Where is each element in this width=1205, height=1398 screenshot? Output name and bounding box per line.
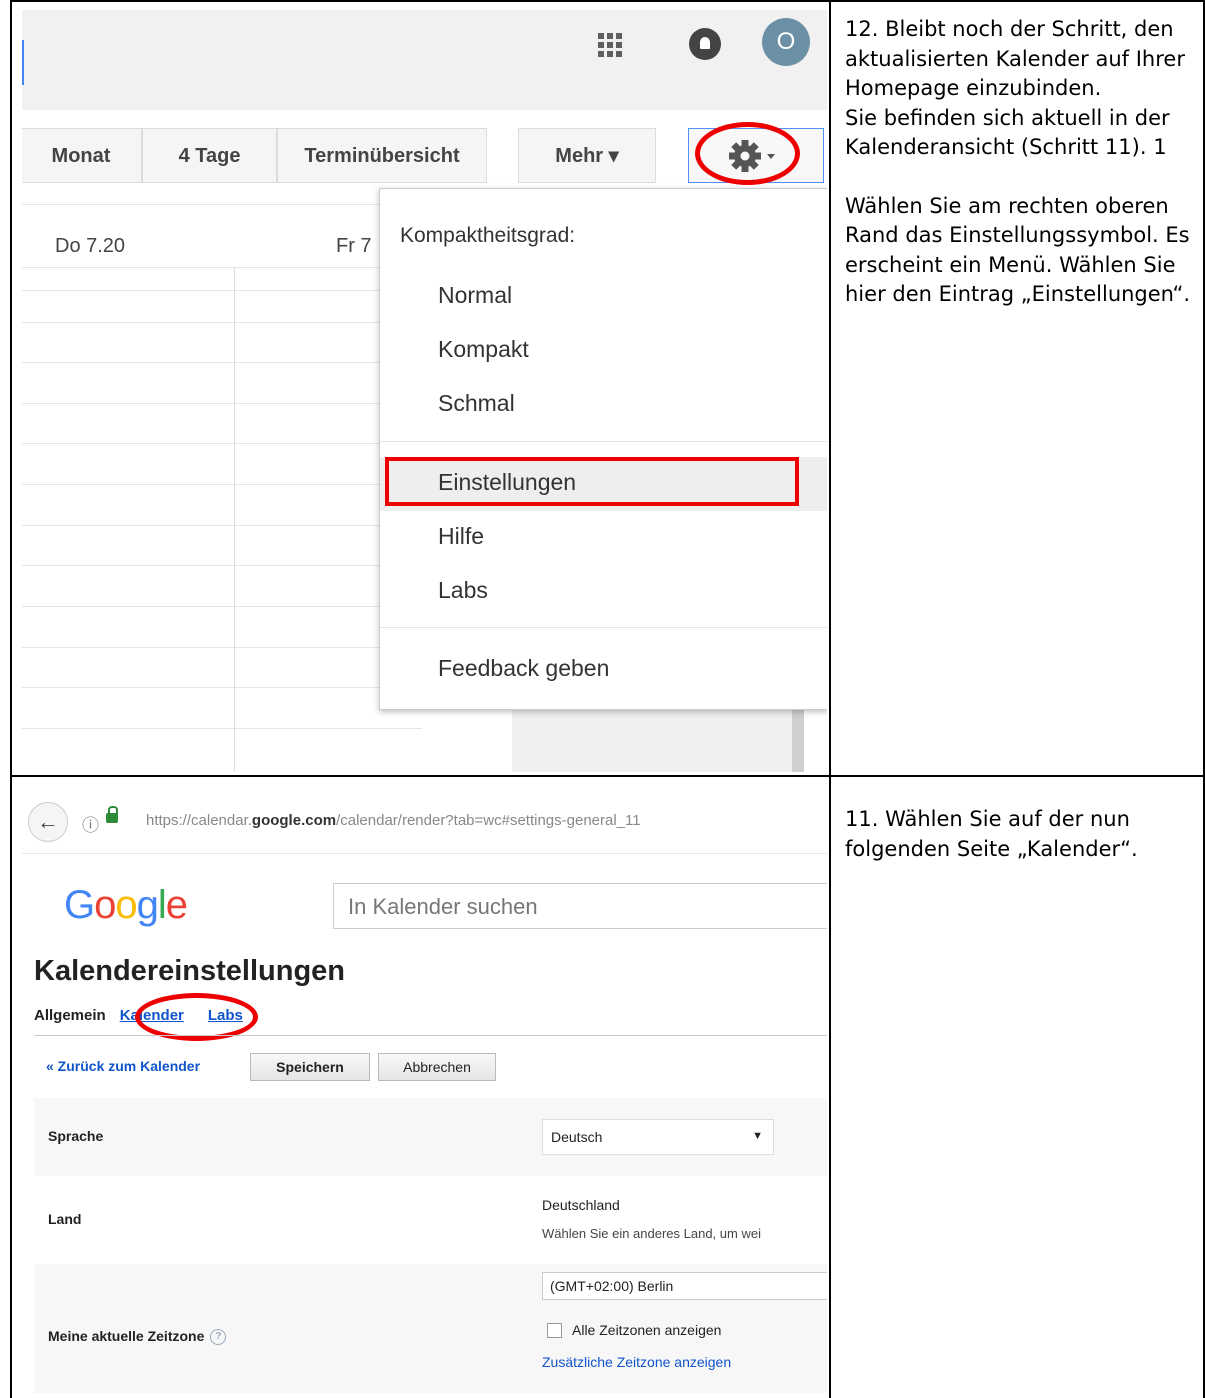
- timezone-row: Meine aktuelle Zeitzone? (GMT+02:00) Ber…: [34, 1264, 827, 1393]
- more-button[interactable]: Mehr ▾: [518, 128, 656, 183]
- grid-line: [22, 606, 422, 607]
- language-row: Sprache Deutsch ▼: [34, 1098, 827, 1176]
- instruction-step-11-text: 11. Wählen Sie auf der nun folgenden Sei…: [845, 807, 1138, 861]
- instruction-step-12-current: Sie befinden sich aktuell in der Kalende…: [845, 105, 1170, 160]
- language-select[interactable]: Deutsch ▼: [542, 1119, 774, 1155]
- grid-line: [22, 525, 422, 526]
- highlight-circle-calendar-tab: [135, 993, 258, 1041]
- all-timezones-checkbox[interactable]: [547, 1323, 562, 1338]
- grid-line: [22, 647, 422, 648]
- grid-line: [22, 362, 422, 363]
- menu-item-labs[interactable]: Labs: [438, 577, 488, 604]
- language-value: Deutsch: [551, 1129, 603, 1145]
- calendar-side-area: [512, 700, 794, 772]
- notification-bell-icon[interactable]: [689, 28, 721, 60]
- address-bar: ← ⓘ https://calendar.google.com/calendar…: [22, 795, 827, 854]
- menu-divider: [380, 627, 827, 628]
- back-arrow-icon[interactable]: ←: [28, 802, 68, 842]
- country-label: Land: [48, 1211, 82, 1227]
- instruction-step-12-action: Wählen Sie am rechten oberen Rand das Ei…: [845, 193, 1191, 307]
- dropdown-arrow-icon: ▼: [752, 1130, 763, 1142]
- google-logo-letter: l: [157, 883, 167, 927]
- google-logo-letter: G: [64, 883, 95, 927]
- extra-timezone-link[interactable]: Zusätzliche Zeitzone anzeigen: [542, 1354, 731, 1370]
- menu-item-feedback[interactable]: Feedback geben: [438, 655, 609, 682]
- timezone-select[interactable]: (GMT+02:00) Berlin: [542, 1272, 827, 1300]
- view-month-button[interactable]: Monat: [22, 128, 142, 183]
- menu-item-normal[interactable]: Normal: [438, 282, 512, 309]
- settings-screenshot: ← ⓘ https://calendar.google.com/calendar…: [22, 795, 827, 1393]
- save-button[interactable]: Speichern: [250, 1053, 370, 1081]
- tab-general[interactable]: Allgemein: [34, 1007, 106, 1024]
- info-icon[interactable]: ⓘ: [82, 811, 99, 836]
- help-icon[interactable]: ?: [210, 1329, 227, 1346]
- day-header-thu: Do 7.20: [55, 235, 126, 257]
- grid-line: [22, 728, 422, 729]
- menu-item-compact[interactable]: Kompakt: [438, 336, 529, 363]
- page-title: Kalendereinstellungen: [34, 955, 346, 987]
- google-logo-letter: e: [165, 883, 188, 927]
- search-placeholder: In Kalender suchen: [348, 894, 538, 919]
- country-hint: Wählen Sie ein anderes Land, um wei: [542, 1226, 761, 1241]
- cancel-button[interactable]: Abbrechen: [378, 1053, 496, 1081]
- highlight-box-settings: [385, 457, 799, 506]
- timezone-label-text: Meine aktuelle Zeitzone: [48, 1328, 205, 1344]
- back-to-calendar-link[interactable]: « Zurück zum Kalender: [46, 1058, 200, 1074]
- table-border-middle: [10, 775, 1205, 777]
- density-label: Kompaktheitsgrad:: [400, 224, 576, 247]
- google-logo-letter: o: [94, 883, 116, 927]
- language-label: Sprache: [48, 1128, 104, 1144]
- table-border-center: [829, 0, 831, 1398]
- google-bar: O: [22, 10, 827, 110]
- timezone-label: Meine aktuelle Zeitzone?: [48, 1328, 227, 1346]
- day-column-divider: [234, 267, 235, 772]
- search-field-edge: [22, 40, 24, 85]
- instruction-step-12-intro: 12. Bleibt noch der Schritt, den aktuali…: [845, 17, 1185, 100]
- menu-item-narrow[interactable]: Schmal: [438, 390, 515, 417]
- grid-line: [22, 687, 422, 688]
- google-logo-letter: g: [136, 883, 159, 927]
- apps-grid-icon[interactable]: [598, 33, 622, 57]
- view-4-days-button[interactable]: 4 Tage: [142, 128, 277, 183]
- grid-line: [22, 403, 422, 404]
- calendar-search-input[interactable]: In Kalender suchen: [333, 883, 827, 929]
- lock-icon: [106, 806, 118, 823]
- tabs-divider: [34, 1035, 827, 1036]
- day-header-fri: Fr 7: [336, 235, 372, 257]
- calendar-scrollbar[interactable]: [792, 700, 804, 772]
- instruction-step-11: 11. Wählen Sie auf der nun folgenden Sei…: [845, 805, 1195, 864]
- view-agenda-button[interactable]: Terminübersicht: [277, 128, 487, 183]
- url-text[interactable]: https://calendar.google.com/calendar/ren…: [146, 812, 641, 829]
- google-logo[interactable]: Google: [64, 883, 188, 928]
- timezone-value: (GMT+02:00) Berlin: [550, 1278, 674, 1294]
- avatar[interactable]: O: [762, 18, 810, 66]
- grid-line: [22, 484, 422, 485]
- google-logo-letter: o: [115, 883, 137, 927]
- all-timezones-label: Alle Zeitzonen anzeigen: [572, 1322, 722, 1338]
- country-row: Land Deutschland Wählen Sie ein anderes …: [34, 1176, 827, 1264]
- country-value[interactable]: Deutschland: [542, 1197, 620, 1213]
- grid-line: [22, 322, 422, 323]
- grid-line: [22, 290, 422, 291]
- table-border-top: [10, 0, 1205, 2]
- settings-dropdown-menu: Kompaktheitsgrad: Normal Kompakt Schmal …: [379, 188, 827, 710]
- menu-item-help[interactable]: Hilfe: [438, 523, 484, 550]
- grid-line: [22, 267, 422, 268]
- highlight-circle-gear: [695, 122, 800, 185]
- grid-line: [22, 565, 422, 566]
- instruction-step-12: 12. Bleibt noch der Schritt, den aktuali…: [845, 15, 1195, 310]
- table-border-left: [10, 0, 12, 1398]
- grid-line: [22, 443, 422, 444]
- menu-divider: [380, 441, 827, 442]
- calendar-screenshot: O Monat 4 Tage Terminübersicht Mehr ▾ Do…: [22, 10, 827, 772]
